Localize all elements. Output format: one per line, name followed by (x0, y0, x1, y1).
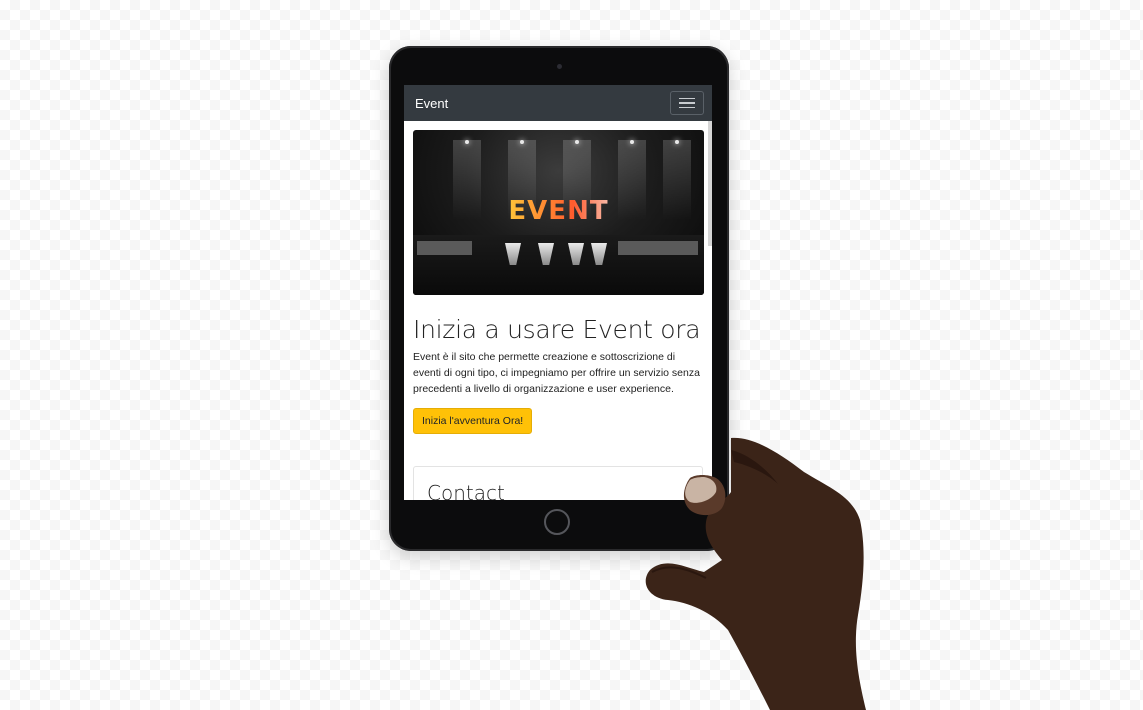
page-title: Inizia a usare Event ora (413, 315, 701, 344)
tablet-device: Event EVENT Inizia a usare Event ora Eve… (389, 46, 729, 551)
hero-image: EVENT (413, 130, 704, 295)
event-logo: EVENT (413, 196, 704, 226)
home-button (544, 509, 570, 535)
page-description: Event è il sito che permette creazione e… (413, 351, 700, 395)
contact-title: Contact (427, 481, 505, 500)
contact-card: Contact (413, 466, 703, 500)
scrollbar[interactable] (708, 121, 712, 246)
camera-icon (557, 64, 562, 69)
navbar: Event (404, 85, 712, 121)
hamburger-menu-icon[interactable] (670, 91, 704, 115)
page-content: EVENT Inizia a usare Event ora Event è i… (404, 121, 712, 500)
start-adventure-button[interactable]: Inizia l'avventura Ora! (413, 408, 533, 434)
device-screen: Event EVENT Inizia a usare Event ora Eve… (404, 85, 712, 500)
navbar-brand[interactable]: Event (415, 96, 448, 111)
